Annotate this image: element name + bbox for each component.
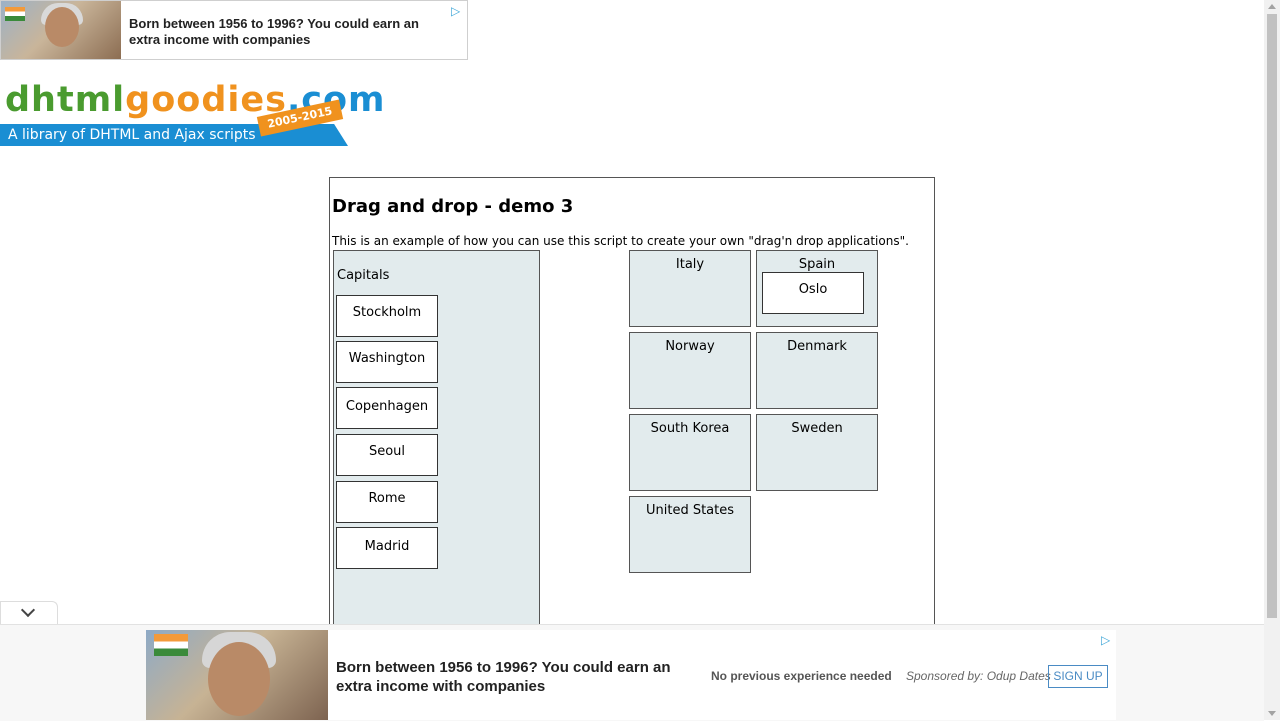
capital-item-seoul[interactable]: Seoul xyxy=(336,434,438,476)
country-dropzone-south-korea[interactable]: South Korea xyxy=(629,414,751,491)
logo-part-dhtml: dhtml xyxy=(5,80,126,120)
capital-item-rome[interactable]: Rome xyxy=(336,481,438,523)
demo-container: Drag and drop - demo 3 This is an exampl… xyxy=(329,177,935,652)
country-name: Italy xyxy=(675,257,705,272)
capital-item-madrid[interactable]: Madrid xyxy=(336,527,438,569)
country-dropzone-norway[interactable]: Norway xyxy=(629,332,751,409)
bottom-ad-headline[interactable]: Born between 1956 to 1996? You could ear… xyxy=(336,658,706,696)
bottom-ad-subtext: No previous experience needed xyxy=(711,669,892,683)
scroll-down-arrow-icon[interactable] xyxy=(1268,711,1276,716)
ad-photo-face xyxy=(45,7,79,47)
country-name: Spain xyxy=(798,257,836,272)
page-scrollbar[interactable] xyxy=(1264,0,1280,720)
ad-photo-flag xyxy=(154,634,188,656)
site-logo[interactable]: dhtmlgoodies.com A library of DHTML and … xyxy=(0,80,385,150)
country-dropzone-united-states[interactable]: United States xyxy=(629,496,751,573)
country-name: Denmark xyxy=(787,339,847,354)
capital-item-washington[interactable]: Washington xyxy=(336,341,438,383)
ad-choices-icon[interactable]: ▷ xyxy=(451,5,463,17)
logo-tagline: A library of DHTML and Ajax scripts xyxy=(8,127,256,143)
intro-text: This is an example of how you can use th… xyxy=(332,234,909,248)
country-name: South Korea xyxy=(650,421,730,436)
capital-item-oslo[interactable]: Oslo xyxy=(762,272,864,314)
bottom-ad-photo[interactable] xyxy=(146,630,328,720)
page-title: Drag and drop - demo 3 xyxy=(332,196,574,217)
bottom-ad-sponsor: Sponsored by: Odup Dates xyxy=(906,669,1051,683)
ad-photo-face xyxy=(208,642,270,716)
country-dropzone-spain[interactable]: Spain Oslo xyxy=(756,250,878,327)
country-dropzone-sweden[interactable]: Sweden xyxy=(756,414,878,491)
bottom-ad[interactable]: Born between 1956 to 1996? You could ear… xyxy=(146,630,1116,720)
scroll-up-arrow-icon[interactable] xyxy=(1268,4,1276,9)
ad-headline[interactable]: Born between 1956 to 1996? You could ear… xyxy=(129,16,439,48)
capitals-label: Capitals xyxy=(337,268,390,283)
country-dropzone-italy[interactable]: Italy xyxy=(629,250,751,327)
country-dropzone-denmark[interactable]: Denmark xyxy=(756,332,878,409)
capitals-dropzone[interactable]: Capitals Stockholm Washington Copenhagen… xyxy=(333,250,540,652)
country-name: Sweden xyxy=(791,421,843,436)
ad-choices-icon[interactable]: ▷ xyxy=(1101,634,1113,646)
capital-item-stockholm[interactable]: Stockholm xyxy=(336,295,438,337)
scrollbar-thumb[interactable] xyxy=(1267,14,1277,618)
signup-button[interactable]: SIGN UP xyxy=(1048,665,1108,688)
country-name: United States xyxy=(645,503,735,518)
capital-item-copenhagen[interactable]: Copenhagen xyxy=(336,387,438,429)
ad-collapse-button[interactable] xyxy=(0,601,58,626)
ad-photo-flag xyxy=(5,7,25,21)
ad-photo[interactable] xyxy=(1,1,121,59)
country-name: Norway xyxy=(665,339,715,354)
logo-part-goodies: goodies xyxy=(125,80,287,120)
top-ad[interactable]: Born between 1956 to 1996? You could ear… xyxy=(0,0,468,60)
chevron-down-icon xyxy=(20,602,36,618)
